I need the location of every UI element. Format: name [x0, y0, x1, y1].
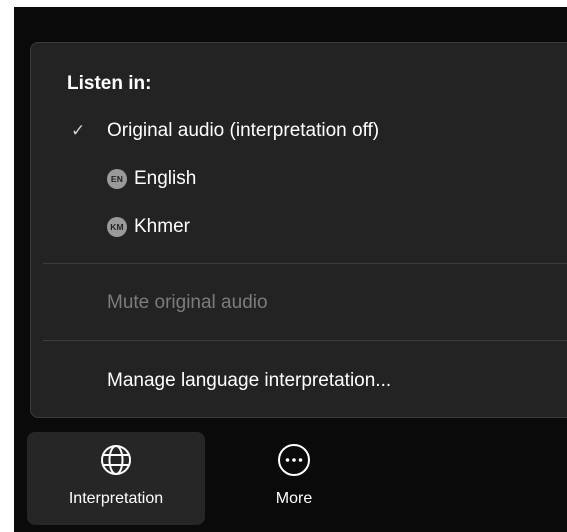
manage-interpretation-label: Manage language interpretation... [107, 370, 392, 391]
manage-interpretation-item[interactable]: Manage language interpretation... [31, 361, 567, 401]
divider [43, 263, 567, 264]
interpretation-label: Interpretation [68, 490, 164, 507]
mute-original-audio-item: Mute original audio [31, 283, 567, 323]
divider [43, 340, 567, 341]
mute-original-audio-label: Mute original audio [107, 292, 268, 313]
option-english-label: English [134, 168, 197, 189]
option-khmer-label: Khmer [134, 216, 190, 237]
more-icon [278, 444, 310, 476]
english-badge-icon: EN [107, 169, 127, 189]
interpretation-menu: Listen in: ✓ Original audio (interpretat… [30, 42, 567, 418]
globe-icon [101, 445, 131, 475]
interpretation-button[interactable]: Interpretation [27, 432, 205, 525]
more-label: More [275, 490, 313, 507]
more-button[interactable]: More [254, 432, 334, 525]
meeting-window: Listen in: ✓ Original audio (interpretat… [14, 7, 567, 532]
option-english[interactable]: EN English [31, 159, 567, 199]
listen-in-heading: Listen in: [67, 73, 152, 94]
option-khmer[interactable]: KM Khmer [31, 207, 567, 247]
option-original-audio[interactable]: ✓ Original audio (interpretation off) [31, 111, 567, 151]
khmer-badge-icon: KM [107, 217, 127, 237]
option-original-audio-label: Original audio (interpretation off) [107, 120, 380, 141]
check-icon: ✓ [71, 121, 86, 140]
